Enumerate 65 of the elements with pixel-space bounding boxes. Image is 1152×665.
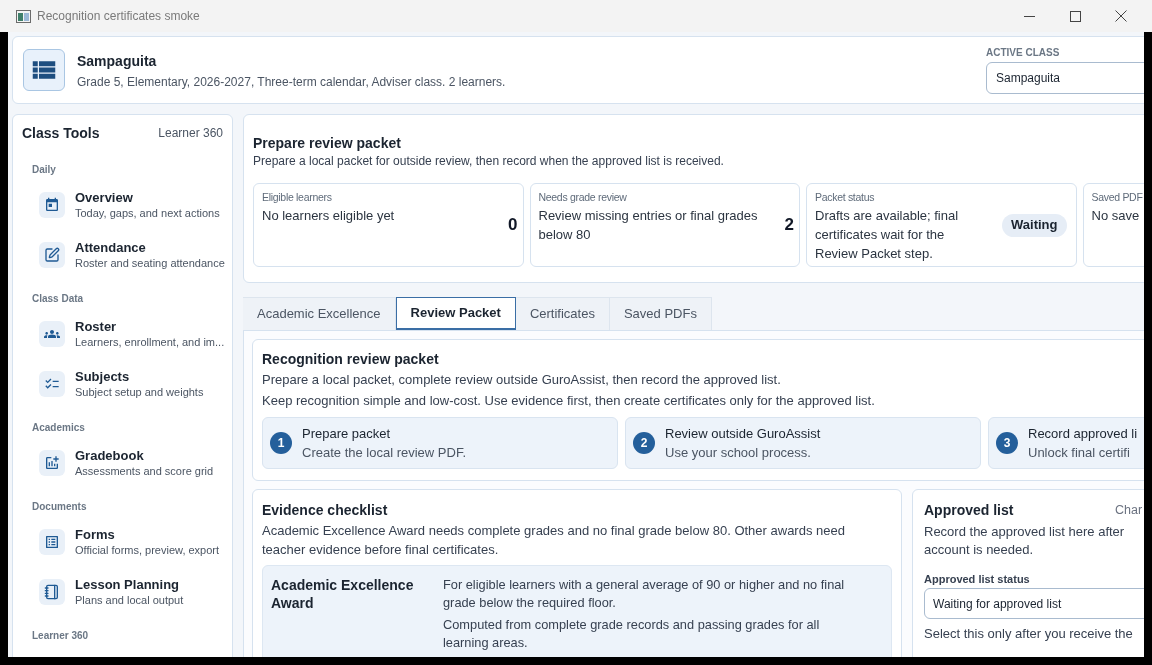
review-text: Keep recognition simple and low-cost. Use evidence first, then create certificates only for the approved list. <box>262 392 876 410</box>
stat-label: Packet status <box>815 190 876 204</box>
summary-title: Prepare review packet <box>253 134 402 153</box>
approved-description: account is needed. <box>924 541 1035 559</box>
learner-360-link[interactable]: Learner 360 <box>158 124 223 142</box>
section-label: Learner 360 <box>31 629 90 643</box>
stat-label: Saved PDF <box>1091 190 1143 204</box>
award-name: Academic Excellence Award <box>271 576 415 613</box>
step-number: 1 <box>270 432 292 454</box>
close-icon <box>1115 10 1127 22</box>
count-value: 2 <box>784 214 794 237</box>
step-number: 2 <box>633 432 655 454</box>
stat-label: Eligible learners <box>262 190 333 204</box>
review-title: Recognition review packet <box>262 350 440 369</box>
status-note: Select this only after you receive the <box>924 625 1134 643</box>
step-title: Review outside GuroAssist <box>665 425 821 443</box>
people-icon <box>39 321 65 347</box>
tab[interactable]: Saved PDFs <box>609 297 712 330</box>
section-label: Class Data <box>31 292 85 306</box>
tab[interactable]: Academic Excellence <box>243 297 396 330</box>
maximize-icon <box>1069 10 1081 22</box>
sidebar-title: Class Tools <box>22 123 100 143</box>
field-label: Approved list status <box>924 572 1031 586</box>
change-link[interactable]: Char <box>1115 500 1143 520</box>
chart-plus-icon <box>39 450 65 476</box>
step-title: Prepare packet <box>302 425 392 443</box>
tab[interactable]: Review Packet <box>395 297 516 330</box>
class-details: Grade 5, Elementary, 2026-2027, Three-term calendar, Adviser class. 2 learners. <box>77 73 506 90</box>
status-select[interactable]: Waiting for approved list <box>924 588 1144 619</box>
section-label: Documents <box>31 500 88 514</box>
stat-text: No save <box>1091 207 1141 225</box>
step-text: Unlock final certifi <box>1028 444 1131 462</box>
stat-text: No learners eligible yet <box>262 207 396 225</box>
notebook-icon <box>39 579 65 605</box>
checklist-title: Evidence checklist <box>262 501 389 520</box>
approved-title: Approved list <box>924 500 1015 520</box>
step-title: Record approved li <box>1028 425 1138 443</box>
award-description: For eligible learners with a general average of 90 or higher and no final grade below the required floor. <box>443 576 846 612</box>
step-text: Create the local review PDF. <box>302 444 466 462</box>
step-text: Use your school process. <box>665 444 812 462</box>
field-label: ACTIVE CLASS <box>986 46 1061 60</box>
checklist-icon <box>39 371 65 397</box>
section-label: Academics <box>31 421 86 435</box>
stat-label: Needs grade review <box>538 190 628 204</box>
tab[interactable]: Certificates <box>515 297 610 330</box>
step-number: 3 <box>996 432 1018 454</box>
app-icon <box>16 9 31 23</box>
class-select[interactable]: Sampaguita <box>986 62 1144 94</box>
award-description: Computed from complete grade records and passing grades for all learning areas. <box>443 616 821 652</box>
class-name: Sampaguita <box>77 51 158 71</box>
checklist-description: Academic Excellence Award needs complete grades and no final grade below 80. Other awards need teacher evidence before final certificates. <box>262 522 846 559</box>
calendar-icon <box>39 192 65 218</box>
window-title: Recognition certificates smoke <box>37 8 200 25</box>
stat-text: Review missing entries or final grades below 80 <box>538 207 759 244</box>
minimize-icon <box>1023 15 1035 17</box>
status-badge: Waiting <box>1002 213 1067 237</box>
approved-description: Record the approved list here after <box>924 523 1126 541</box>
list-icon <box>39 529 65 555</box>
stat-text: Drafts are available; final certificates wait for the Review Packet step. <box>815 207 960 263</box>
review-text: Prepare a local packet, complete review outside GuroAssist, then record the approved list. <box>262 371 782 389</box>
list-icon <box>23 49 65 91</box>
summary-description: Prepare a local packet for outside review, then record when the approved list is received. <box>253 153 725 169</box>
count-value: 0 <box>508 214 518 237</box>
section-label: Daily <box>31 163 57 177</box>
pen-square-icon <box>39 242 65 268</box>
